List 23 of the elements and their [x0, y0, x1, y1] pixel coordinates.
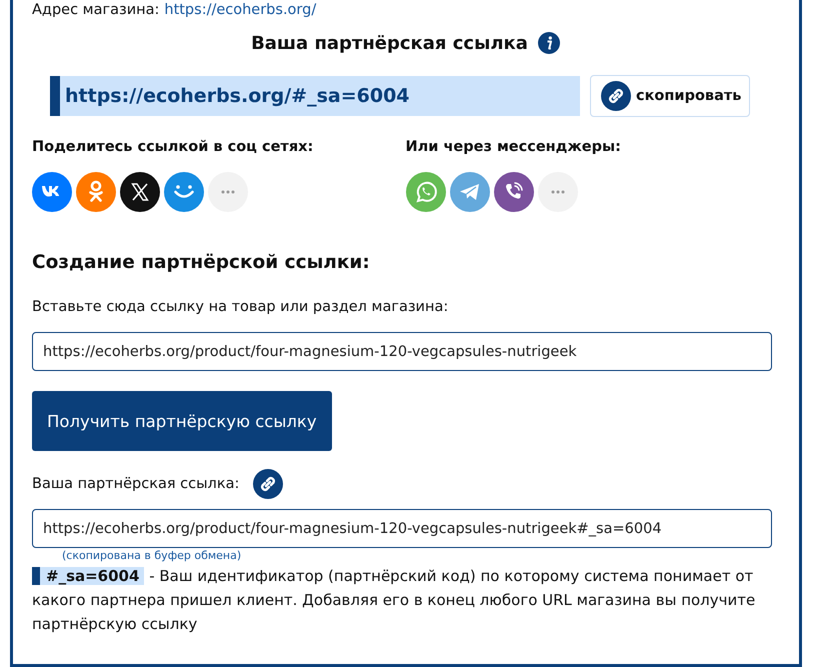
- product-url-field[interactable]: https://ecoherbs.org/product/four-magnesium-120-vegcapsules-nutrigeek: [32, 332, 772, 371]
- explanation-text: #_sa=6004 - Ваш идентификатор (партнёрский код) по которому система понимает от какого партнера пришел клиент. Добавляя его в конец любого URL магазина вы получите партнёрскую ссылку: [32, 566, 756, 635]
- field-label: Вставьте сюда ссылку на товар или раздел магазина:: [32, 299, 450, 315]
- partner-link-field[interactable]: https://ecoherbs.org/#_sa=6004: [50, 76, 580, 116]
- copy-button[interactable]: скопировать: [590, 75, 750, 117]
- link-icon[interactable]: [253, 469, 284, 499]
- vk-icon[interactable]: [32, 172, 72, 212]
- x-icon[interactable]: [120, 172, 160, 212]
- partner-link-title: Ваша партнёрская ссылка: [251, 32, 528, 54]
- store-link[interactable]: https://ecoherbs.org/: [164, 0, 316, 20]
- store-label: Адрес магазина:: [32, 1, 160, 20]
- link-icon[interactable]: [601, 81, 631, 111]
- telegram-icon[interactable]: [450, 172, 490, 212]
- info-icon[interactable]: [538, 32, 560, 54]
- result-url-field[interactable]: https://ecoherbs.org/product/four-magnesium-120-vegcapsules-nutrigeek#_sa=6004: [32, 509, 772, 548]
- viber-icon[interactable]: [494, 172, 534, 212]
- social-share-label: Поделитесь ссылкой в соц сетях:: [32, 139, 314, 155]
- result-label: Ваша партнёрская ссылка:: [32, 476, 240, 492]
- copied-note: (скопирована в буфер обмена): [62, 549, 242, 562]
- get-link-button[interactable]: Получить партнёрскую ссылку: [32, 391, 332, 451]
- section-heading: Создание партнёрской ссылки:: [32, 252, 371, 273]
- messenger-share-label: Или через мессенджеры:: [406, 139, 622, 155]
- whatsapp-icon[interactable]: [406, 172, 446, 212]
